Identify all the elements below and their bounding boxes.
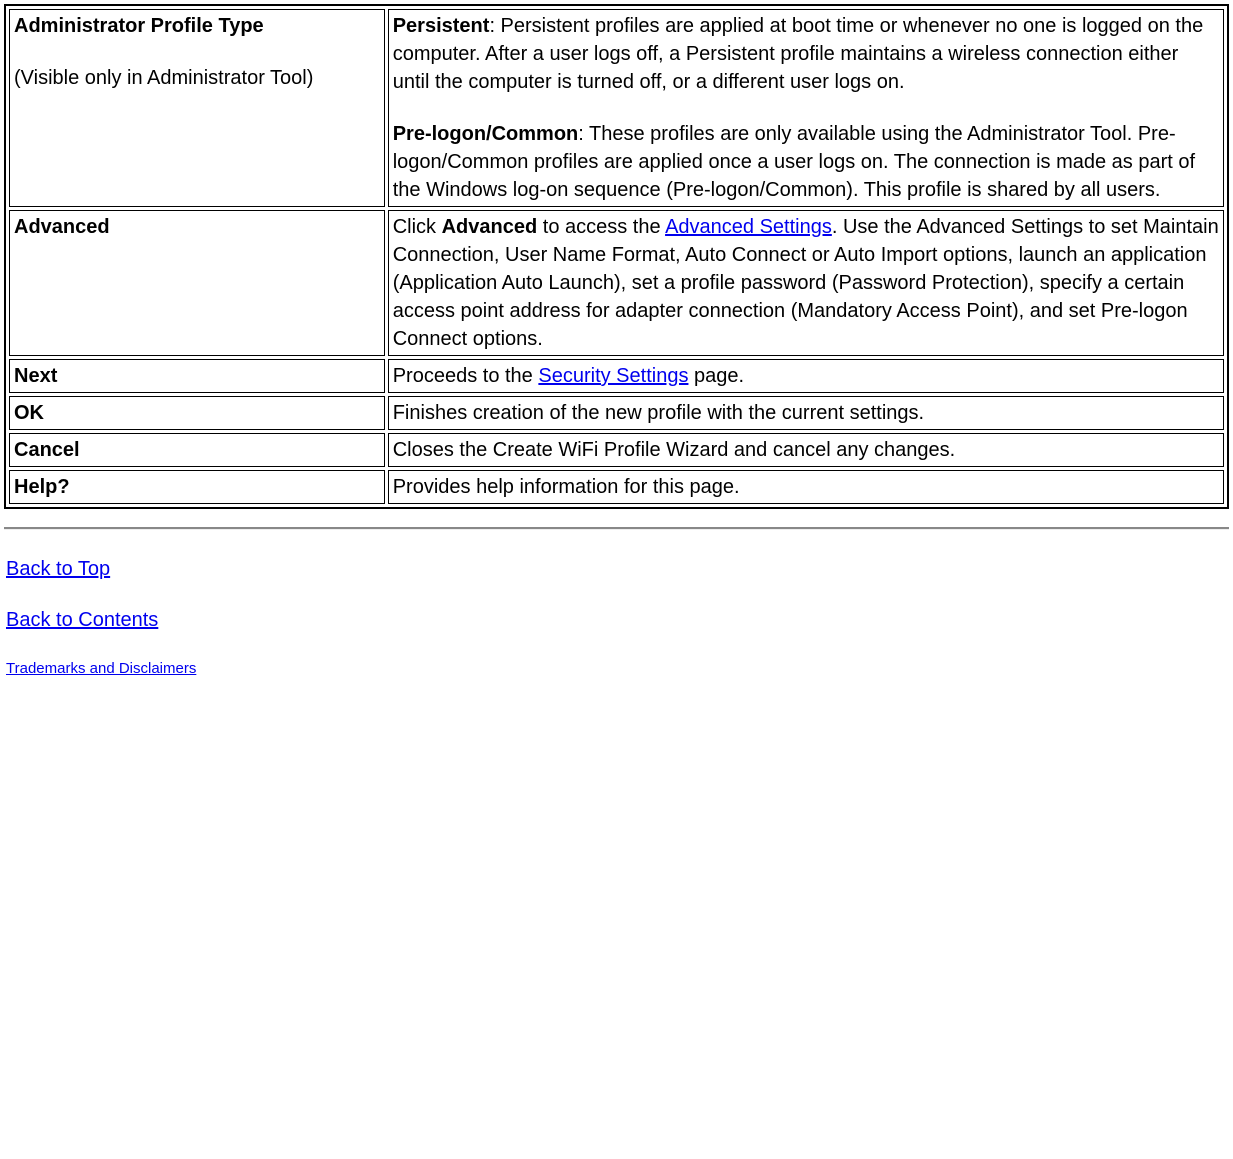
row-label: OK <box>9 396 385 430</box>
table-row: Administrator Profile Type (Visible only … <box>9 9 1224 207</box>
row-label-bold: Cancel <box>14 439 80 461</box>
desc-bold-text: Pre-logon/Common <box>393 123 579 145</box>
row-label-bold: Help? <box>14 476 70 498</box>
inline-link[interactable]: Security Settings <box>538 365 688 387</box>
desc-text: to access the <box>537 216 665 238</box>
back-to-contents-link[interactable]: Back to Contents <box>6 609 158 631</box>
desc-bold-text: Advanced <box>442 216 538 238</box>
settings-table: Administrator Profile Type (Visible only … <box>4 4 1229 509</box>
desc-text: : Persistent profiles are applied at boo… <box>393 15 1204 93</box>
trademarks-link[interactable]: Trademarks and Disclaimers <box>6 660 196 677</box>
table-row: Cancel Closes the Create WiFi Profile Wiz… <box>9 433 1224 467</box>
row-label-bold: Next <box>14 365 57 387</box>
row-label-bold: Advanced <box>14 216 110 238</box>
table-row: OK Finishes creation of the new profile w… <box>9 396 1224 430</box>
row-label: Administrator Profile Type (Visible only … <box>9 9 385 207</box>
footer-links: Back to Top Back to Contents Trademarks … <box>4 558 1229 677</box>
row-label: Next <box>9 359 385 393</box>
back-to-top-link[interactable]: Back to Top <box>6 558 110 580</box>
row-label: Help? <box>9 470 385 504</box>
desc-bold-text: Persistent <box>393 15 490 37</box>
row-description: Persistent: Persistent profiles are appl… <box>388 9 1224 207</box>
row-label-bold: Administrator Profile Type <box>14 15 264 37</box>
table-row: Help? Provides help information for this … <box>9 470 1224 504</box>
table-row: AdvancedClick Advanced to access the Adv… <box>9 210 1224 356</box>
row-description: Finishes creation of the new profile wit… <box>388 396 1224 430</box>
row-label-extra: (Visible only in Administrator Tool) <box>14 67 313 89</box>
row-label: Cancel <box>9 433 385 467</box>
row-description: Provides help information for this page. <box>388 470 1224 504</box>
row-description: Click Advanced to access the Advanced Se… <box>388 210 1224 356</box>
row-label: Advanced <box>9 210 385 356</box>
desc-text: Finishes creation of the new profile wit… <box>393 402 924 424</box>
desc-text: Closes the Create WiFi Profile Wizard an… <box>393 439 955 461</box>
row-description: Proceeds to the Security Settings page. <box>388 359 1224 393</box>
row-label-bold: OK <box>14 402 44 424</box>
desc-text: Provides help information for this page. <box>393 476 740 498</box>
desc-text: Click <box>393 216 442 238</box>
divider <box>4 527 1229 530</box>
inline-link[interactable]: Advanced Settings <box>665 216 832 238</box>
row-description: Closes the Create WiFi Profile Wizard an… <box>388 433 1224 467</box>
desc-text: page. <box>688 365 744 387</box>
desc-text: Proceeds to the <box>393 365 539 387</box>
table-row: Next Proceeds to the Security Settings pa… <box>9 359 1224 393</box>
